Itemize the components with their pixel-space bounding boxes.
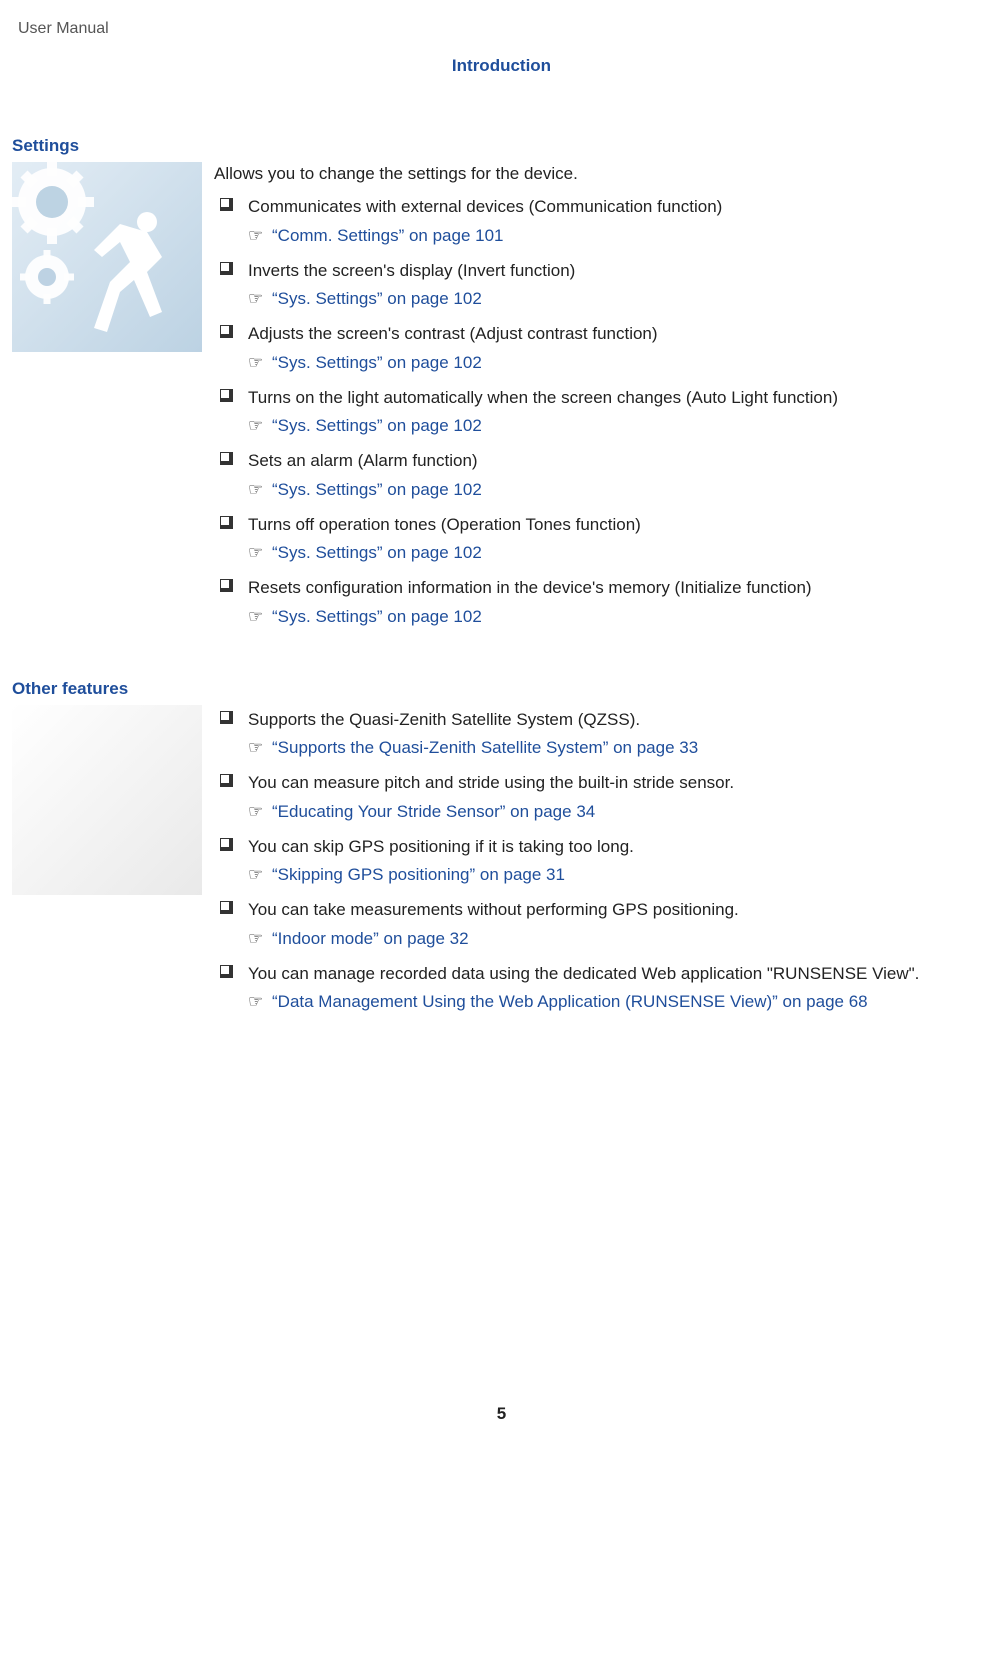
xref-link[interactable]: ☞“Sys. Settings” on page 102: [214, 289, 991, 309]
list-item-text: Supports the Quasi-Zenith Satellite Syst…: [248, 710, 640, 729]
list-item: Sets an alarm (Alarm function): [214, 448, 991, 474]
pointer-icon: ☞: [248, 543, 272, 563]
xref-link[interactable]: ☞“Educating Your Stride Sensor” on page …: [214, 802, 991, 822]
section-other: Supports the Quasi-Zenith Satellite Syst…: [12, 705, 991, 1025]
list-item-text: Sets an alarm (Alarm function): [248, 451, 478, 470]
xref-link[interactable]: ☞“Skipping GPS positioning” on page 31: [214, 865, 991, 885]
pointer-icon: ☞: [248, 480, 272, 500]
list-item: You can skip GPS positioning if it is ta…: [214, 834, 991, 860]
other-content: Supports the Quasi-Zenith Satellite Syst…: [214, 705, 991, 1025]
settings-lead: Allows you to change the settings for th…: [214, 164, 991, 184]
xref-link[interactable]: ☞“Indoor mode” on page 32: [214, 929, 991, 949]
xref-link[interactable]: ☞“Supports the Quasi-Zenith Satellite Sy…: [214, 738, 991, 758]
running-head: User Manual: [18, 20, 991, 38]
pointer-icon: ☞: [248, 929, 272, 949]
section-title-settings: Settings: [12, 136, 991, 156]
pointer-icon: ☞: [248, 289, 272, 309]
list-item-text: Turns on the light automatically when th…: [248, 388, 838, 407]
pointer-icon: ☞: [248, 992, 272, 1012]
section-settings: Allows you to change the settings for th…: [12, 162, 991, 639]
xref-link[interactable]: ☞“Sys. Settings” on page 102: [214, 543, 991, 563]
pointer-icon: ☞: [248, 353, 272, 373]
settings-content: Allows you to change the settings for th…: [214, 162, 991, 639]
list-item: Turns off operation tones (Operation Ton…: [214, 512, 991, 538]
pointer-icon: ☞: [248, 865, 272, 885]
list-item-text: Adjusts the screen's contrast (Adjust co…: [248, 324, 658, 343]
page-number: 5: [12, 1404, 991, 1424]
list-item: You can manage recorded data using the d…: [214, 961, 991, 987]
list-item: Communicates with external devices (Comm…: [214, 194, 991, 220]
list-item-text: Communicates with external devices (Comm…: [248, 197, 722, 216]
xref-link[interactable]: ☞“Data Management Using the Web Applicat…: [214, 992, 991, 1012]
list-item-text: You can measure pitch and stride using t…: [248, 773, 734, 792]
other-list: Supports the Quasi-Zenith Satellite Syst…: [214, 707, 991, 1013]
xref-link[interactable]: ☞“Sys. Settings” on page 102: [214, 607, 991, 627]
pointer-icon: ☞: [248, 738, 272, 758]
list-item: Inverts the screen's display (Invert fun…: [214, 258, 991, 284]
list-item-text: Inverts the screen's display (Invert fun…: [248, 261, 575, 280]
pointer-icon: ☞: [248, 416, 272, 436]
list-item: Turns on the light automatically when th…: [214, 385, 991, 411]
pointer-icon: ☞: [248, 802, 272, 822]
list-item-text: Resets configuration information in the …: [248, 578, 812, 597]
list-item-text: You can take measurements without perfor…: [248, 900, 739, 919]
list-item: You can take measurements without perfor…: [214, 897, 991, 923]
page: User Manual Introduction Settings: [0, 0, 1003, 1464]
xref-link[interactable]: ☞“Sys. Settings” on page 102: [214, 353, 991, 373]
list-item: Resets configuration information in the …: [214, 575, 991, 601]
other-thumbnail: [12, 705, 202, 895]
settings-list: Communicates with external devices (Comm…: [214, 194, 991, 627]
pointer-icon: ☞: [248, 607, 272, 627]
xref-link[interactable]: ☞“Sys. Settings” on page 102: [214, 416, 991, 436]
pointer-icon: ☞: [248, 226, 272, 246]
list-item-text: You can skip GPS positioning if it is ta…: [248, 837, 634, 856]
list-item: Adjusts the screen's contrast (Adjust co…: [214, 321, 991, 347]
section-title-other: Other features: [12, 679, 991, 699]
settings-thumbnail: [12, 162, 202, 352]
xref-link[interactable]: ☞“Comm. Settings” on page 101: [214, 226, 991, 246]
list-item: Supports the Quasi-Zenith Satellite Syst…: [214, 707, 991, 733]
list-item: You can measure pitch and stride using t…: [214, 770, 991, 796]
list-item-text: You can manage recorded data using the d…: [248, 964, 919, 983]
xref-link[interactable]: ☞“Sys. Settings” on page 102: [214, 480, 991, 500]
blank-thumbnail-icon: [12, 705, 202, 895]
chapter-title: Introduction: [12, 56, 991, 76]
list-item-text: Turns off operation tones (Operation Ton…: [248, 515, 641, 534]
gears-runner-icon: [12, 162, 202, 352]
